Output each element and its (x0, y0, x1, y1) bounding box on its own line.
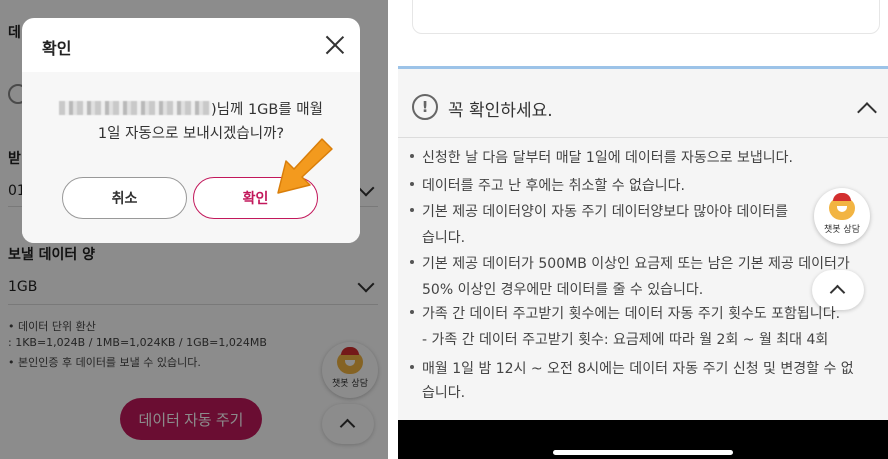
chatbot-button[interactable]: 챗봇 상담 (814, 188, 870, 244)
bullet-dot (410, 310, 414, 314)
dialog-header: 확인 (22, 18, 360, 72)
bullet-dot (410, 260, 414, 264)
notice-bullet: 신청한 날 다음 달부터 매달 1일에 데이터를 자동으로 보냅니다. (410, 147, 793, 167)
confirm-dialog: 확인 )님께 1GB를 매월 1일 자동으로 보내시겠습니까? 취소 확인 (22, 18, 360, 243)
bullet-dot (410, 154, 414, 158)
cancel-button[interactable]: 취소 (62, 177, 187, 219)
notice-text: 기본 제공 데이터가 500MB 이상인 요금제 또는 남은 기본 제공 데이터… (422, 256, 850, 272)
dialog-title: 확인 (42, 39, 72, 58)
masked-phone-number (59, 101, 211, 115)
home-indicator[interactable] (553, 450, 733, 455)
notice-bullet: 기본 제공 데이터가 500MB 이상인 요금제 또는 남은 기본 제공 데이터… (410, 253, 850, 273)
notice-continuation: 습니다. (422, 382, 465, 402)
right-screen: ! 꼭 확인하세요. 챗봇 상담 신청한 날 다음 달부터 매달 1일에 데이터… (398, 0, 888, 459)
notice-title: 꼭 확인하세요. (448, 101, 553, 121)
chevron-up-icon (829, 284, 846, 301)
chatbot-label: 챗봇 상담 (824, 224, 860, 235)
notice-text: 매월 1일 밤 12시 ~ 오전 8시에는 데이터 자동 주기 신청 및 변경할… (422, 361, 854, 377)
pointer-arrow-icon (277, 138, 333, 194)
panel-divider (388, 0, 398, 459)
notice-text: 50% 이상인 경우에만 데이터를 줄 수 있습니다. (422, 282, 704, 298)
notice-text: 가족 간 데이터 주고받기 횟수에는 데이터 자동 주기 횟수도 포함됩니다. (422, 306, 841, 322)
bullet-dot (410, 182, 414, 186)
notice-continuation: 습니다. (422, 227, 465, 247)
notice-bullet: 데이터를 주고 난 후에는 취소할 수 없습니다. (410, 175, 685, 195)
notice-bullet: 기본 제공 데이터양이 자동 주기 데이터양보다 많아야 데이터를 (410, 201, 788, 221)
notice-text: 신청한 날 다음 달부터 매달 1일에 데이터를 자동으로 보냅니다. (422, 150, 793, 166)
notice-bullet: 매월 1일 밤 12시 ~ 오전 8시에는 데이터 자동 주기 신청 및 변경할… (410, 358, 854, 378)
chatbot-mascot-icon (829, 192, 855, 220)
bullet-dot (410, 365, 414, 369)
notice-text: 기본 제공 데이터양이 자동 주기 데이터양보다 많아야 데이터를 (422, 204, 789, 220)
notice-continuation: - 가족 간 데이터 주고받기 횟수: 요금제에 따라 월 2회 ~ 월 최대 … (422, 329, 828, 349)
previous-card (412, 0, 880, 34)
dialog-message-line2: 1일 자동으로 보내시겠습니까? (97, 126, 285, 142)
dialog-message-line1: )님께 1GB를 매월 (211, 102, 323, 118)
notice-text: 데이터를 주고 난 후에는 취소할 수 없습니다. (422, 178, 685, 194)
left-screen: 데 받 01 보낼 데이터 양 1GB • 데이터 단위 환산 : 1KB=1,… (0, 0, 388, 459)
system-nav-bar (398, 420, 888, 459)
notice-text: 습니다. (422, 230, 466, 246)
exclamation-icon: ! (412, 94, 438, 120)
chevron-up-icon[interactable] (857, 102, 877, 122)
notice-header[interactable]: ! 꼭 확인하세요. (398, 69, 888, 137)
notice-text: - 가족 간 데이터 주고받기 횟수: 요금제에 따라 월 2회 ~ 월 최대 … (422, 332, 829, 348)
divider (398, 137, 888, 138)
close-icon[interactable] (324, 34, 346, 56)
notice-continuation: 50% 이상인 경우에만 데이터를 줄 수 있습니다. (422, 279, 703, 299)
notice-text: 습니다. (422, 385, 466, 401)
notice-bullet: 가족 간 데이터 주고받기 횟수에는 데이터 자동 주기 횟수도 포함됩니다. (410, 303, 840, 323)
bullet-dot (410, 208, 414, 212)
